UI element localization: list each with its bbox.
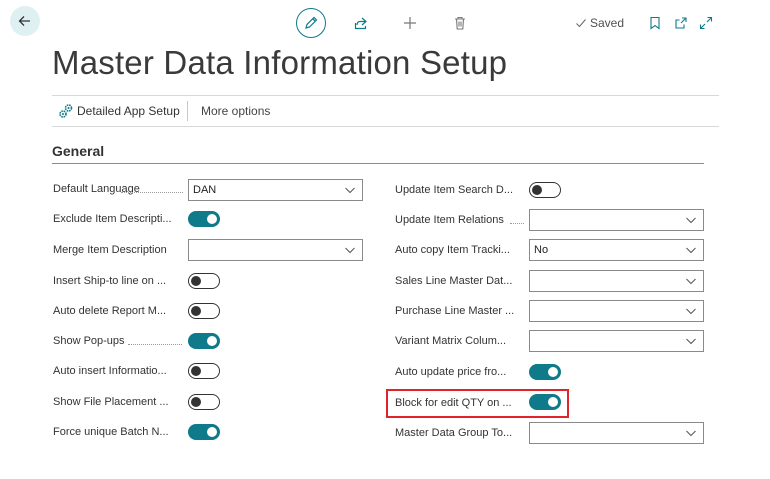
- field-label: Show Pop-ups: [53, 335, 125, 347]
- field-label: Auto update price fro...: [395, 366, 507, 378]
- field-label: Master Data Group To...: [395, 427, 513, 439]
- chevron-down-icon: [345, 187, 355, 194]
- expand-icon: [699, 16, 713, 30]
- toggle-knob: [191, 365, 201, 376]
- page-title: Master Data Information Setup: [52, 44, 508, 81]
- field-label: Exclude Item Descripti...: [53, 213, 172, 225]
- auto-update-price-toggle[interactable]: [529, 364, 561, 380]
- bookmark-icon: [650, 16, 660, 30]
- detailed-app-setup-label: Detailed App Setup: [77, 104, 180, 118]
- select-value: No: [534, 244, 549, 256]
- action-bar: Detailed App Setup More options: [52, 95, 719, 127]
- field-label: Merge Item Description: [53, 244, 167, 256]
- purchase-line-master-select[interactable]: [529, 300, 704, 322]
- chevron-down-icon: [345, 247, 355, 254]
- back-button[interactable]: [10, 6, 40, 36]
- field-label: Auto insert Informatio...: [53, 365, 167, 377]
- label-leader: [510, 223, 524, 224]
- pencil-icon: [305, 16, 318, 29]
- show-file-placement-toggle[interactable]: [188, 394, 220, 410]
- exclude-item-description-toggle[interactable]: [188, 211, 220, 227]
- field-label: Default Language: [53, 183, 140, 195]
- gears-icon: [59, 104, 73, 118]
- detailed-app-setup-button[interactable]: Detailed App Setup: [58, 96, 180, 126]
- checkmark-icon: [576, 19, 586, 28]
- new-button[interactable]: [399, 12, 421, 34]
- default-language-select[interactable]: DAN: [188, 179, 363, 201]
- open-in-new-window-icon: [675, 17, 687, 29]
- toggle-knob: [548, 367, 558, 377]
- edit-button[interactable]: [296, 8, 326, 38]
- field-label: Update Item Relations: [395, 214, 504, 226]
- bookmark-button[interactable]: [644, 12, 666, 34]
- saved-status: Saved: [575, 16, 624, 30]
- force-unique-batch-toggle[interactable]: [188, 424, 220, 440]
- chevron-down-icon: [686, 338, 696, 345]
- section-divider: [52, 163, 704, 164]
- field-label: Force unique Batch N...: [53, 426, 169, 438]
- action-separator: [187, 101, 188, 121]
- highlight-box: [386, 389, 569, 418]
- expand-button[interactable]: [695, 12, 717, 34]
- variant-matrix-column-select[interactable]: [529, 330, 704, 352]
- field-label: Update Item Search D...: [395, 184, 513, 196]
- plus-icon: [404, 17, 416, 29]
- toggle-knob: [191, 275, 201, 286]
- label-leader: [121, 192, 183, 193]
- update-item-relations-select[interactable]: [529, 209, 704, 231]
- chevron-down-icon: [686, 430, 696, 437]
- chevron-down-icon: [686, 247, 696, 254]
- share-icon: [354, 17, 367, 30]
- toggle-knob: [207, 214, 217, 224]
- section-title-general: General: [52, 143, 105, 159]
- more-options-label: More options: [201, 104, 271, 118]
- chevron-down-icon: [686, 217, 696, 224]
- master-data-group-select[interactable]: [529, 422, 704, 444]
- select-value: DAN: [193, 184, 217, 196]
- show-pop-ups-toggle[interactable]: [188, 333, 220, 349]
- toggle-knob: [207, 336, 217, 346]
- merge-item-description-select[interactable]: [188, 239, 363, 261]
- field-label: Variant Matrix Colum...: [395, 335, 507, 347]
- field-label: Auto copy Item Tracki...: [395, 244, 510, 256]
- toggle-knob: [207, 427, 217, 437]
- share-button[interactable]: [350, 12, 372, 34]
- sales-line-master-data-select[interactable]: [529, 270, 704, 292]
- auto-delete-report-toggle[interactable]: [188, 303, 220, 319]
- insert-ship-to-line-toggle[interactable]: [188, 273, 220, 289]
- open-new-window-button[interactable]: [670, 12, 692, 34]
- toggle-knob: [532, 184, 542, 195]
- trash-icon: [455, 16, 465, 30]
- toggle-knob: [191, 305, 201, 316]
- chevron-down-icon: [686, 308, 696, 315]
- delete-button[interactable]: [449, 12, 471, 34]
- field-label: Auto delete Report M...: [53, 305, 167, 317]
- more-options-button[interactable]: More options: [201, 96, 270, 126]
- saved-label: Saved: [590, 16, 625, 30]
- arrow-left-icon: [18, 16, 30, 26]
- chevron-down-icon: [686, 278, 696, 285]
- auto-copy-item-tracking-select[interactable]: No: [529, 239, 704, 261]
- field-label: Sales Line Master Dat...: [395, 275, 513, 287]
- field-label: Show File Placement ...: [53, 396, 169, 408]
- field-label: Purchase Line Master ...: [395, 305, 515, 317]
- auto-insert-information-toggle[interactable]: [188, 363, 220, 379]
- update-item-search-toggle[interactable]: [529, 182, 561, 198]
- field-label: Insert Ship-to line on ...: [53, 275, 167, 287]
- toggle-knob: [191, 396, 201, 407]
- label-leader: [128, 344, 182, 345]
